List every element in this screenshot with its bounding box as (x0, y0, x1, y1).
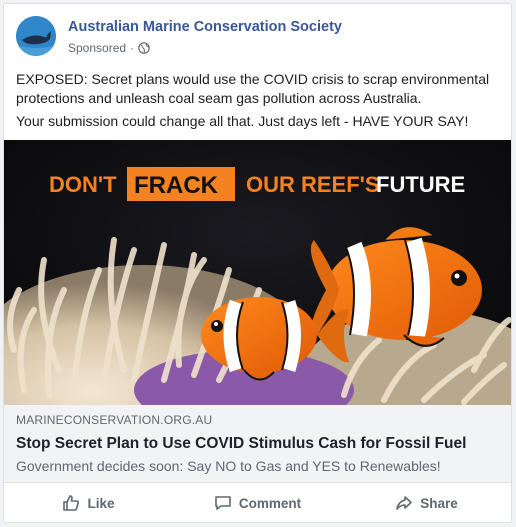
link-description: Government decides soon: Say NO to Gas a… (16, 458, 441, 474)
thumbs-up-icon (63, 495, 80, 511)
ad-image[interactable]: DON'T FRACK OUR REEF'S FUTURE (4, 140, 511, 405)
comment-label: Comment (238, 495, 302, 511)
headline-part3: FUTURE (376, 172, 465, 197)
like-label: Like (87, 495, 115, 511)
post-meta: Sponsored · (68, 41, 150, 55)
link-title[interactable]: Stop Secret Plan to Use COVID Stimulus C… (16, 435, 499, 453)
share-label: Share (420, 495, 458, 511)
link-preview[interactable]: MARINECONSERVATION.ORG.AU Stop Secret Pl… (4, 405, 511, 483)
page-avatar[interactable] (16, 16, 56, 56)
headline-highlight: FRACK (134, 172, 219, 199)
post-actions-bar: Like Comment Share (4, 483, 511, 522)
like-button[interactable]: Like (4, 483, 173, 522)
share-button[interactable]: Share (342, 483, 511, 522)
headline-part2: OUR REEF'S (246, 172, 380, 197)
link-domain: MARINECONSERVATION.ORG.AU (16, 413, 213, 427)
sponsored-post-card: Australian Marine Conservation Society S… (3, 3, 512, 523)
comment-icon (215, 496, 231, 510)
post-text: EXPOSED: Secret plans would use the COVI… (16, 70, 501, 135)
sponsored-label[interactable]: Sponsored (68, 41, 126, 55)
post-text-line: Your submission could change all that. J… (16, 113, 469, 129)
post-header: Australian Marine Conservation Society S… (16, 16, 499, 60)
page-name-link[interactable]: Australian Marine Conservation Society (68, 19, 342, 35)
globe-icon (138, 42, 150, 54)
share-icon (396, 496, 413, 510)
ad-headline: DON'T FRACK OUR REEF'S FUTURE (49, 167, 465, 201)
post-text-line: EXPOSED: Secret plans would use the COVI… (16, 71, 490, 106)
meta-separator: · (130, 41, 135, 55)
headline-part1: DON'T (49, 172, 117, 197)
comment-button[interactable]: Comment (173, 483, 342, 522)
